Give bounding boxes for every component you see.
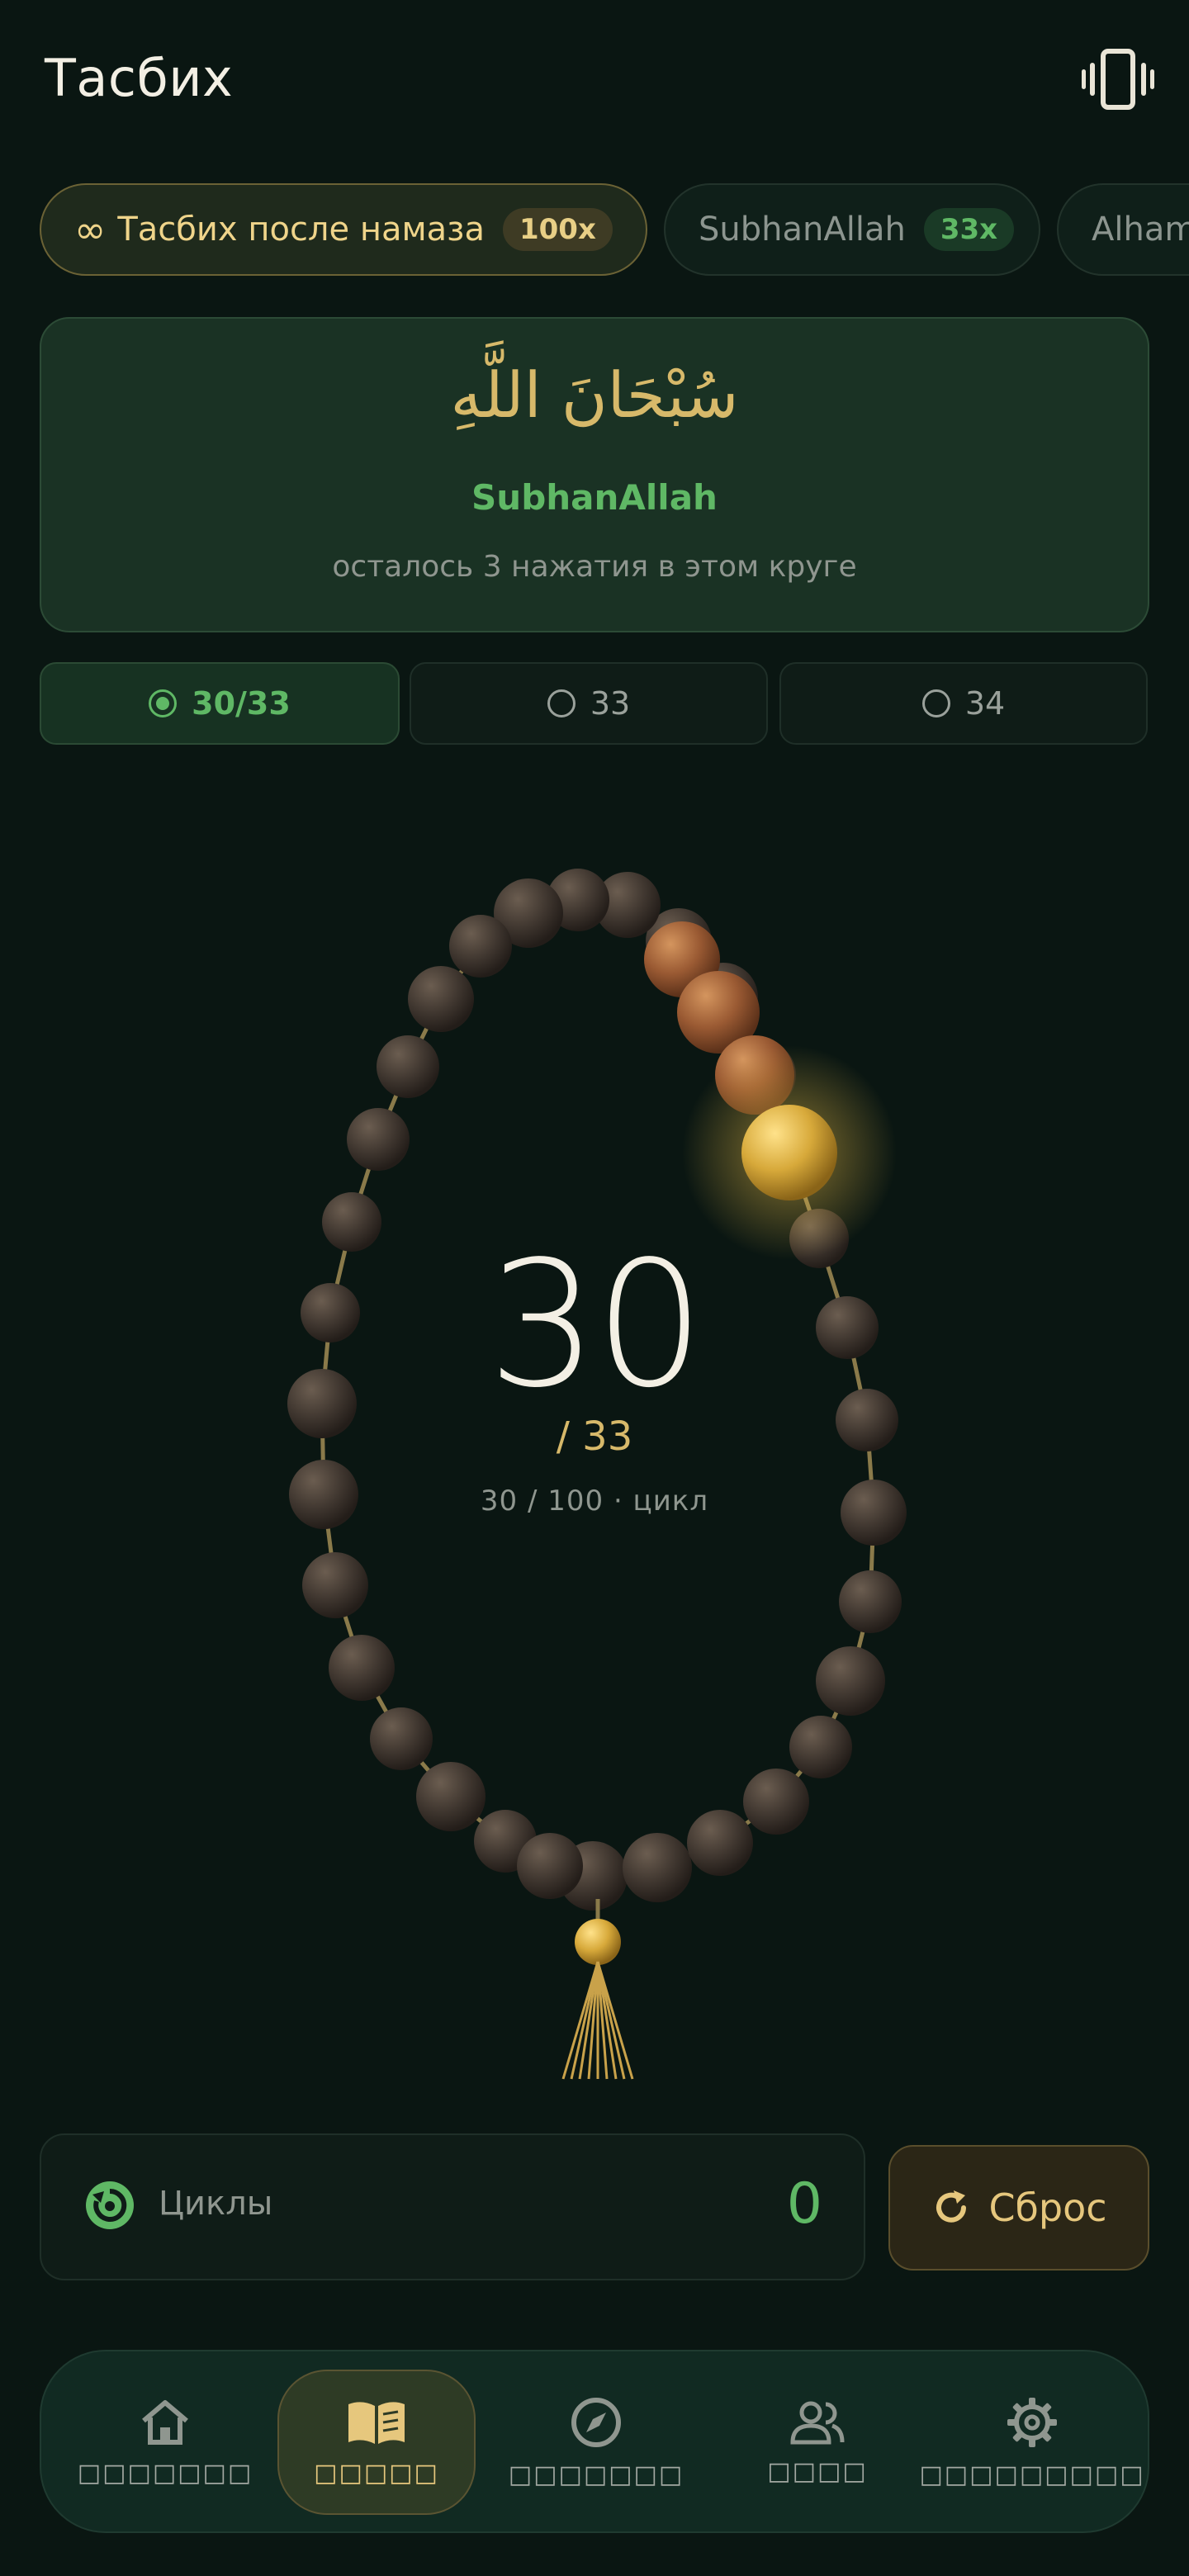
cycle-icon (86, 2181, 134, 2229)
bead (594, 872, 661, 938)
cycle-progress-text: 30 / 100 · цикл (480, 1485, 709, 1518)
bead-counted (715, 1035, 794, 1115)
gear-icon (1007, 2397, 1057, 2447)
nav-label: □□□□ (767, 2456, 868, 2486)
tassel (561, 1899, 634, 2080)
bead (370, 1707, 433, 1770)
reset-button[interactable]: Сброс (888, 2145, 1149, 2271)
bead (329, 1635, 395, 1701)
dhikr-chip-list: ∞ Тасбих после намаза 100x SubhanAllah 3… (0, 183, 1189, 279)
counter-target: / 33 (556, 1413, 633, 1460)
nav-item-tasbih[interactable]: □□□□□ (277, 2370, 476, 2515)
page-title: Тасбих (45, 48, 234, 108)
chip-badge: 100x (502, 208, 613, 251)
bead (474, 1810, 537, 1873)
chip-subhanallah[interactable]: SubhanAllah 33x (664, 183, 1040, 276)
nav-label: □□□□□□□□□ (919, 2460, 1145, 2489)
bead (302, 1552, 368, 1618)
remaining-count-text: осталось 3 нажатия в этом круге (332, 550, 857, 584)
radio-selected-icon (149, 689, 178, 717)
bead (816, 1646, 885, 1716)
chip-badge: 33x (923, 208, 1015, 251)
bead (517, 1833, 583, 1899)
dhikr-transliteration: SubhanAllah (471, 477, 718, 518)
bead (623, 1833, 692, 1902)
bead (347, 1108, 410, 1171)
mode-label: 34 (964, 685, 1006, 722)
dhikr-arabic: سُبْحَانَ اللَّهِ (450, 358, 739, 432)
bead (377, 1035, 439, 1098)
chip-tasbih-after-prayer[interactable]: ∞ Тасбих после намаза 100x (40, 183, 647, 276)
bead (689, 963, 758, 1032)
bead (839, 1570, 902, 1633)
nav-item-community[interactable]: □□□□ (727, 2351, 908, 2533)
bead (494, 878, 563, 948)
chip-label: Alham (1092, 211, 1189, 249)
infinity-icon: ∞ (74, 207, 107, 252)
bead (761, 1126, 821, 1186)
home-icon (142, 2399, 188, 2445)
mode-option-34[interactable]: 34 (779, 662, 1148, 745)
people-icon (790, 2401, 845, 2444)
chip-alhamdulillah[interactable]: Alham (1057, 183, 1189, 276)
vibrate-icon[interactable] (1080, 48, 1156, 111)
bead (416, 1762, 486, 1831)
refresh-icon (936, 2190, 967, 2223)
radio-icon (921, 689, 950, 717)
dhikr-card: سُبْحَانَ اللَّهِ SubhanAllah осталось 3… (40, 317, 1149, 632)
chip-label: SubhanAllah (699, 211, 906, 249)
nav-item-qibla[interactable]: □□□□□□□ (497, 2351, 695, 2533)
compass-icon (571, 2397, 621, 2447)
bead (727, 1040, 796, 1110)
counter-value: 30 (487, 1224, 704, 1426)
book-icon (348, 2401, 405, 2444)
cycles-panel: Циклы 0 (40, 2133, 865, 2280)
bead (687, 1810, 753, 1876)
bead (449, 915, 512, 978)
mode-label: 33 (590, 685, 631, 722)
bottom-navigation: □□□□□□□ □□□□□ □□□□□□□ □□□□ □□□□□□□□□ (40, 2350, 1149, 2533)
mode-label: 30/33 (192, 685, 291, 722)
cycles-label: Циклы (159, 2185, 273, 2223)
mode-option-30-33[interactable]: 30/33 (40, 662, 400, 745)
bead (408, 966, 474, 1032)
bead (558, 1841, 628, 1911)
chip-label: Тасбих после намаза (117, 211, 485, 249)
reset-label: Сброс (988, 2185, 1107, 2230)
active-bead-glow (682, 1045, 897, 1260)
cycles-count: 0 (786, 2171, 822, 2237)
bead (547, 869, 609, 931)
nav-label: □□□□□ (314, 2458, 439, 2488)
radio-icon (547, 689, 576, 717)
mode-option-33[interactable]: 33 (410, 662, 768, 745)
nav-label: □□□□□□□ (77, 2458, 253, 2488)
nav-label: □□□□□□□ (508, 2460, 685, 2489)
bead-active (741, 1105, 837, 1200)
nav-item-settings[interactable]: □□□□□□□□□ (919, 2351, 1144, 2533)
bead (646, 908, 712, 974)
bead (743, 1769, 809, 1835)
nav-item-home[interactable]: □□□□□□□ (66, 2351, 264, 2533)
bead-counted (677, 971, 760, 1054)
bead (789, 1716, 852, 1778)
bead-counted (644, 921, 720, 997)
